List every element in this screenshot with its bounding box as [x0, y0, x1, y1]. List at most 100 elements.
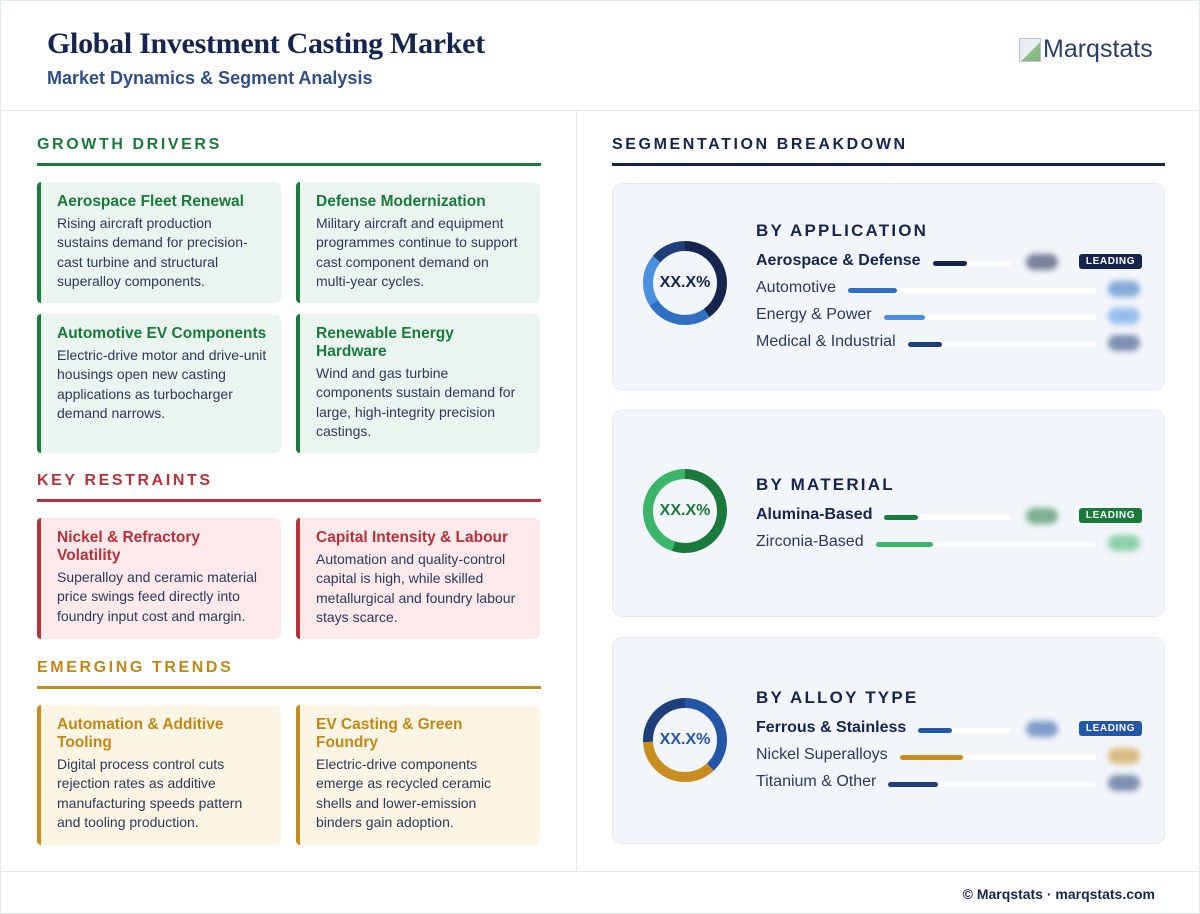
header: Global Investment Casting Market Market … — [1, 1, 1200, 111]
card-body: Superalloy and ceramic material price sw… — [57, 569, 257, 624]
growth-drivers-heading: GROWTH DRIVERS — [37, 136, 222, 153]
donut-center-label: XX.X% — [659, 274, 711, 291]
segment-bar-fill — [908, 342, 942, 347]
segment-bar — [848, 288, 1096, 293]
segment-row: Aerospace & Defense LEADING — [756, 252, 1142, 274]
segment-value-blurred — [1108, 535, 1140, 551]
card-body: Electric-drive motor and drive-unit hous… — [57, 347, 267, 421]
panel-title: BY APPLICATION — [756, 221, 929, 240]
segment-row: Energy & Power — [756, 306, 1142, 328]
panel-by-material: XX.X% BY MATERIAL Alumina-Based LEADING … — [612, 410, 1165, 617]
emerging-trends-heading: EMERGING TRENDS — [37, 659, 234, 676]
segment-bar-fill — [876, 542, 933, 547]
segment-bar-fill — [884, 515, 918, 520]
broken-image-icon — [1019, 37, 1041, 62]
restraint-card-nickel: Nickel & Refractory Volatility Superallo… — [37, 518, 281, 639]
driver-card-defense: Defense Modernization Military aircraft … — [296, 182, 540, 303]
card-title: EV Casting & Green Foundry — [316, 716, 463, 751]
trend-card-ev-green: EV Casting & Green Foundry Electric-driv… — [296, 705, 540, 845]
segment-row: Automotive — [756, 279, 1142, 301]
segment-row: Medical & Industrial — [756, 333, 1142, 355]
card-title: Nickel & Refractory Volatility — [57, 529, 201, 564]
leading-badge: LEADING — [1079, 254, 1142, 269]
driver-card-renewable: Renewable Energy Hardware Wind and gas t… — [296, 314, 540, 453]
segment-value-blurred — [1108, 281, 1140, 297]
segment-value-blurred — [1108, 775, 1140, 791]
segment-value-blurred — [1108, 335, 1140, 351]
segment-value-blurred — [1026, 508, 1058, 524]
segment-label: Nickel Superalloys — [756, 746, 888, 763]
segment-value-blurred — [1026, 254, 1058, 270]
donut-chart: XX.X% — [641, 239, 729, 327]
segmentation-heading: SEGMENTATION BREAKDOWN — [612, 136, 908, 153]
panel-by-alloy-type: XX.X% BY ALLOY TYPE Ferrous & Stainless … — [612, 637, 1165, 844]
segment-bar-fill — [918, 728, 952, 733]
segment-value-blurred — [1108, 308, 1140, 324]
card-title: Defense Modernization — [316, 193, 486, 210]
segment-bar-fill — [884, 315, 925, 320]
segment-bar-fill — [848, 288, 897, 293]
segment-label: Automotive — [756, 279, 837, 296]
segment-bar — [884, 515, 1011, 520]
donut-chart: XX.X% — [641, 467, 729, 555]
segment-label: Zirconia-Based — [756, 533, 864, 550]
segment-row: Zirconia-Based — [756, 533, 1142, 555]
segment-bar — [888, 782, 1096, 787]
column-divider — [576, 111, 577, 871]
segment-label: Titanium & Other — [756, 773, 877, 790]
card-body: Electric-drive components emerge as recy… — [316, 756, 492, 830]
segment-value-blurred — [1026, 721, 1058, 737]
card-title: Automation & Additive Tooling — [57, 716, 224, 751]
card-body: Rising aircraft production sustains dema… — [57, 215, 248, 289]
card-title: Aerospace Fleet Renewal — [57, 193, 244, 210]
segment-label: Alumina-Based — [756, 506, 873, 523]
segment-label: Medical & Industrial — [756, 333, 896, 350]
segment-value-blurred — [1108, 748, 1140, 764]
panel-title: BY ALLOY TYPE — [756, 688, 919, 707]
page-title: Global Investment Casting Market — [47, 27, 485, 60]
segment-row: Alumina-Based LEADING — [756, 506, 1142, 528]
footer-credit: © Marqstats · marqstats.com — [962, 886, 1155, 902]
page-subtitle: Market Dynamics & Segment Analysis — [47, 68, 373, 88]
panel-title: BY MATERIAL — [756, 475, 895, 494]
card-title: Renewable Energy Hardware — [316, 325, 454, 360]
donut-chart: XX.X% — [641, 696, 729, 784]
infographic-page: Global Investment Casting Market Market … — [0, 0, 1200, 914]
card-title: Automotive EV Components — [57, 325, 267, 342]
driver-card-aerospace: Aerospace Fleet Renewal Rising aircraft … — [37, 182, 281, 303]
donut-center-label: XX.X% — [659, 731, 711, 748]
footer: © Marqstats · marqstats.com — [1, 871, 1200, 914]
segment-bar — [908, 342, 1096, 347]
panel-by-application: XX.X% BY APPLICATION Aerospace & Defense… — [612, 183, 1165, 390]
segment-bar — [900, 755, 1096, 760]
brand-logo[interactable]: Marqstats — [1019, 35, 1153, 64]
segment-bar-fill — [900, 755, 963, 760]
leading-badge: LEADING — [1079, 508, 1142, 523]
card-body: Wind and gas turbine components sustain … — [316, 365, 516, 439]
segment-bar-fill — [888, 782, 938, 787]
key-restraints-rule — [37, 499, 541, 502]
segmentation-rule — [612, 163, 1165, 166]
segment-label: Aerospace & Defense — [756, 252, 921, 269]
emerging-trends-rule — [37, 686, 541, 689]
segment-bar — [933, 261, 1011, 266]
restraint-card-capital: Capital Intensity & Labour Automation an… — [296, 518, 540, 639]
segment-label: Energy & Power — [756, 306, 872, 323]
card-body: Digital process control cuts rejection r… — [57, 756, 243, 830]
donut-center-label: XX.X% — [659, 502, 711, 519]
card-body: Automation and quality-control capital i… — [316, 551, 516, 625]
segment-label: Ferrous & Stainless — [756, 719, 907, 736]
driver-card-automotive-ev: Automotive EV Components Electric-drive … — [37, 314, 281, 453]
segment-bar — [876, 542, 1096, 547]
segment-bar — [884, 315, 1096, 320]
segment-row: Nickel Superalloys — [756, 746, 1142, 768]
growth-drivers-rule — [37, 163, 541, 166]
segment-bar-fill — [933, 261, 967, 266]
logo-text: Marqstats — [1043, 35, 1153, 63]
card-body: Military aircraft and equipment programm… — [316, 215, 518, 289]
segment-row: Titanium & Other — [756, 773, 1142, 795]
key-restraints-heading: KEY RESTRAINTS — [37, 472, 213, 489]
trend-card-automation: Automation & Additive Tooling Digital pr… — [37, 705, 281, 845]
leading-badge: LEADING — [1079, 721, 1142, 736]
segment-row: Ferrous & Stainless LEADING — [756, 719, 1142, 741]
